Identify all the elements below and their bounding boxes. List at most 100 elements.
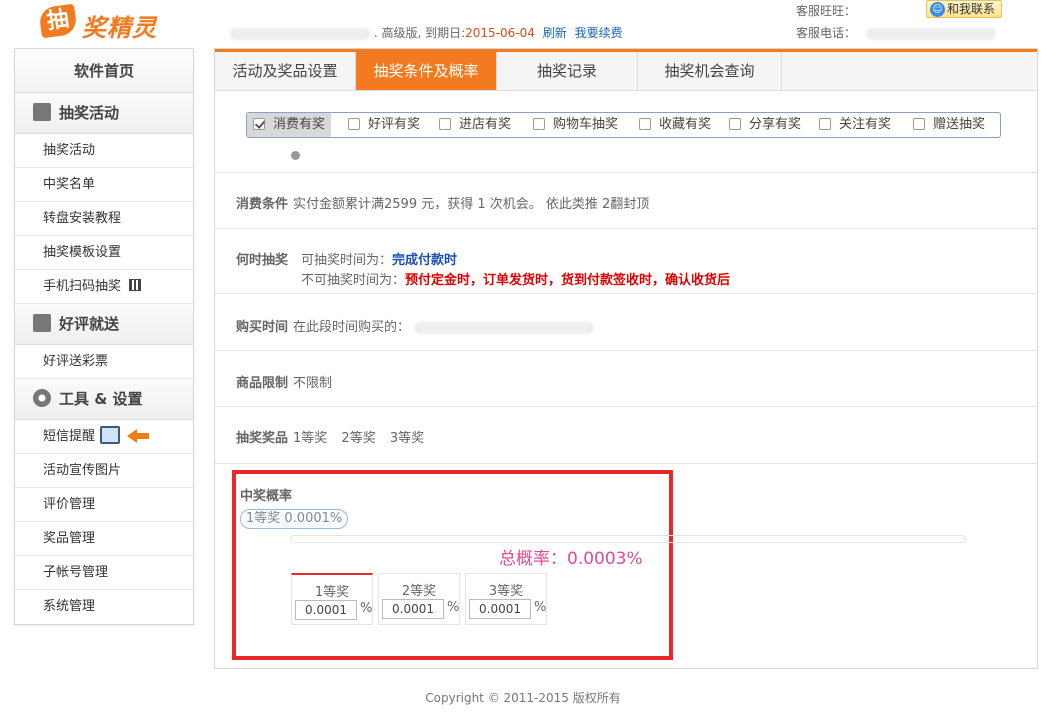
row-label: 何时抽奖 (236, 253, 289, 268)
sidebar-item-prize-management[interactable]: 奖品管理 (15, 522, 193, 556)
sidebar-item-system-management[interactable]: 系统管理 (15, 590, 193, 624)
prize-name: 2等奖 (401, 584, 437, 599)
probability-input-2[interactable] (382, 599, 444, 619)
arrow-left-icon (127, 429, 149, 443)
sidebar-group-title: 好评就送 (59, 315, 120, 333)
logo-mark: 抽 (38, 3, 78, 39)
checkbox[interactable] (913, 118, 925, 130)
sidebar-item-template-settings[interactable]: 抽奖模板设置 (15, 236, 193, 270)
sidebar-item-sms-reminder[interactable]: 短信提醒 (15, 420, 193, 454)
redacted-time-range (414, 321, 595, 334)
service-wangwang: 客服旺旺： (796, 2, 856, 19)
condition-tab-consume[interactable]: 消费有奖 (247, 113, 332, 137)
sms-phone-icon (100, 426, 121, 444)
condition-tab-label: 收藏有奖 (659, 117, 712, 132)
percent-unit: % (447, 600, 460, 615)
row-divider (215, 463, 1037, 464)
footer-copyright: Copyright © 2011-2015 版权所有 (425, 691, 621, 705)
renew-link[interactable]: 我要续费 (575, 26, 623, 40)
consume-condition-text: 实付金额累计满2599 元，获得 1 次机会。 依此类推 2翻封顶 (293, 197, 650, 212)
prize-item: 2等奖 (341, 431, 376, 446)
condition-tab-label: 好评有奖 (368, 117, 421, 132)
probability-input-1[interactable] (295, 600, 357, 620)
row-when-to-draw: 何时抽奖 可抽奖时间为：完成付款时 不可抽奖时间为：预付定金时，订单发货时，货到… (215, 228, 1037, 293)
purchase-time-prefix: 在此段时间购买的： (293, 320, 411, 335)
sidebar-item-label: 短信提醒 (43, 429, 96, 444)
prize-name: 1等奖 (314, 585, 350, 600)
service-wangwang-label: 客服旺旺： (796, 4, 857, 18)
gear-icon (33, 389, 51, 407)
condition-tab-gift[interactable]: 赠送抽奖 (913, 113, 985, 137)
logo-text: 奖精灵 (82, 14, 157, 42)
app-logo[interactable]: 抽 奖精灵 (38, 3, 168, 42)
sidebar-group-lottery: 抽奖活动 (15, 93, 193, 134)
sidebar-group-title: 工具 & 设置 (59, 390, 143, 408)
prize-list: 1等奖 2等奖 3等奖 (293, 427, 434, 446)
condition-tab-follow[interactable]: 关注有奖 (819, 113, 891, 137)
goods-limit-value: 不限制 (293, 376, 333, 391)
allowed-time-value: 完成付款时 (392, 253, 458, 268)
sidebar-item-subaccount-management[interactable]: 子帐号管理 (15, 556, 193, 590)
probability-tag[interactable]: 1等奖 0.0001% (240, 509, 349, 529)
probability-card-1[interactable]: 1等奖 % (291, 573, 373, 625)
checkbox[interactable] (348, 118, 360, 130)
sidebar-item-review-management[interactable]: 评价管理 (15, 488, 193, 522)
checkbox[interactable] (439, 118, 451, 130)
total-probability: 总概率：0.0003% (499, 549, 643, 569)
probability-card-3[interactable]: 3等奖 % (465, 573, 547, 625)
condition-tab-favorite[interactable]: 收藏有奖 (639, 113, 711, 137)
tab-conditions-probability[interactable]: 抽奖条件及概率 (356, 52, 497, 90)
disallowed-time-value: 预付定金时，订单发货时，货到付款签收时，确认收货后 (405, 273, 731, 288)
probability-input-3[interactable] (469, 599, 531, 619)
checkbox[interactable] (639, 118, 651, 130)
condition-tab-share[interactable]: 分享有奖 (729, 113, 801, 137)
refresh-link[interactable]: 刷新 (543, 26, 567, 40)
coupon-icon (33, 314, 51, 332)
tab-lottery-records[interactable]: 抽奖记录 (497, 52, 638, 90)
condition-tab-visit-shop[interactable]: 进店有奖 (439, 113, 511, 137)
sidebar-item-wheel-tutorial[interactable]: 转盘安装教程 (15, 202, 193, 236)
row-purchase-time: 购买时间 在此段时间购买的： (215, 293, 1037, 350)
condition-tab-label: 关注有奖 (839, 117, 892, 132)
contact-button[interactable]: ☺ 和我联系 (926, 0, 1002, 18)
row-label: 消费条件 (236, 197, 289, 212)
purchase-time-text: 在此段时间购买的： (293, 316, 595, 335)
tab-activity-prize-settings[interactable]: 活动及奖品设置 (215, 52, 356, 90)
probability-card-2[interactable]: 2等奖 % (378, 573, 460, 625)
redacted-phone (865, 27, 996, 40)
percent-unit: % (534, 600, 547, 615)
checkbox[interactable] (729, 118, 741, 130)
sidebar-item-review-lottery-ticket[interactable]: 好评送彩票 (15, 345, 193, 379)
sidebar-home[interactable]: 软件首页 (15, 49, 193, 93)
service-phone-label: 客服电话： (796, 26, 857, 40)
condition-tab-good-review[interactable]: 好评有奖 (348, 113, 420, 137)
condition-tab-label: 分享有奖 (749, 117, 802, 132)
checkbox[interactable] (533, 118, 545, 130)
condition-tab-bar: 消费有奖 好评有奖 进店有奖 购物车抽奖 收藏有奖 分享有奖 关注有奖 赠送抽奖 (246, 112, 1001, 138)
sidebar-item-promo-images[interactable]: 活动宣传图片 (15, 454, 193, 488)
allowed-time-label: 可抽奖时间为： (301, 253, 393, 268)
sidebar: 软件首页 抽奖活动 抽奖活动 中奖名单 转盘安装教程 抽奖模板设置 手机扫码抽奖… (14, 48, 194, 625)
active-indicator-dot (291, 151, 300, 160)
percent-unit: % (360, 601, 373, 616)
redacted-shop-name (230, 27, 370, 40)
condition-tab-cart[interactable]: 购物车抽奖 (533, 113, 618, 137)
contact-button-label: 和我联系 (947, 2, 996, 16)
sidebar-item-lottery-activity[interactable]: 抽奖活动 (15, 134, 193, 168)
service-phone: 客服电话： (796, 24, 996, 41)
tab-chance-query[interactable]: 抽奖机会查询 (638, 52, 782, 90)
checkbox[interactable] (253, 118, 265, 130)
probability-title: 中奖概率 (240, 489, 293, 504)
disallowed-time-label: 不可抽奖时间为： (301, 273, 406, 288)
prize-name: 3等奖 (488, 584, 524, 599)
sidebar-group-title: 抽奖活动 (59, 104, 120, 122)
wangwang-icon: ☺ (930, 2, 945, 17)
probability-bar (290, 535, 966, 543)
allowed-time: 可抽奖时间为：完成付款时 (301, 249, 457, 268)
condition-tab-label: 消费有奖 (273, 117, 326, 132)
sidebar-item-winner-list[interactable]: 中奖名单 (15, 168, 193, 202)
sidebar-group-review: 好评就送 (15, 304, 193, 345)
sidebar-item-mobile-scan[interactable]: 手机扫码抽奖 (15, 270, 193, 304)
edition-text: . 高级版, 到期日: (373, 26, 466, 40)
checkbox[interactable] (819, 118, 831, 130)
